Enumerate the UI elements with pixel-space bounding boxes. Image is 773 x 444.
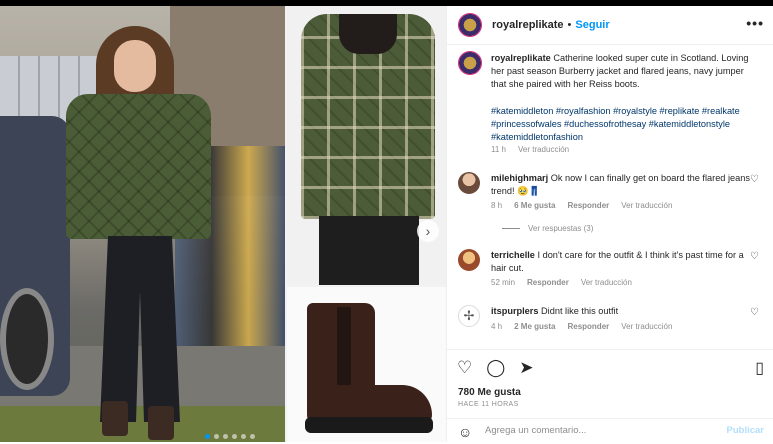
separator-dot: • — [567, 19, 572, 31]
comment-likes[interactable]: 2 Me gusta — [514, 322, 555, 331]
heart-icon[interactable]: ♡ — [750, 307, 759, 318]
comment-text: terrichelle I don't care for the outfit … — [491, 249, 751, 275]
post-side-panel: royalreplikate • Seguir ••• royalreplika… — [446, 6, 773, 442]
caption-text: royalreplikate Catherine looked super cu… — [491, 52, 751, 91]
view-replies[interactable]: Ver respuestas (3) — [502, 224, 593, 233]
share-icon[interactable]: ➤ — [519, 358, 533, 378]
carousel-dot — [232, 434, 237, 439]
reply-button[interactable]: Responder — [567, 201, 609, 210]
comment-input[interactable] — [483, 424, 717, 437]
comments-list[interactable]: royalreplikate Catherine looked super cu… — [447, 45, 773, 345]
reply-button[interactable]: Responder — [527, 278, 569, 287]
comment-username[interactable]: terrichelle — [491, 250, 535, 260]
comment-meta: 52 min Responder Ver traducción — [491, 278, 632, 287]
comment-username[interactable]: itspurplers — [491, 306, 538, 316]
carousel-dot — [214, 434, 219, 439]
comment-body: Didnt like this outfit — [541, 306, 619, 316]
caption-time: 11 h — [491, 145, 506, 154]
comment-time: 8 h — [491, 201, 503, 210]
comment-time: 52 min — [491, 278, 516, 287]
header-username[interactable]: royalreplikate — [492, 19, 564, 31]
emoji-icon[interactable]: ☺ — [458, 424, 472, 440]
publish-button[interactable]: Publicar — [727, 425, 765, 436]
avatar[interactable] — [458, 13, 482, 37]
comment-text: itspurplers Didnt like this outfit — [491, 305, 751, 318]
post-timestamp: HACE 11 HORAS — [458, 401, 519, 408]
comment-likes[interactable]: 6 Me gusta — [514, 201, 555, 210]
comment-meta: 4 h 2 Me gusta Responder Ver traducción — [491, 322, 672, 331]
comment-meta: 8 h 6 Me gusta Responder Ver traducción — [491, 201, 672, 210]
post-media: › — [0, 6, 446, 442]
avatar[interactable]: ✢ — [458, 305, 480, 327]
translate-link[interactable]: Ver traducción — [518, 145, 569, 154]
comment-time: 4 h — [491, 322, 503, 331]
comment-text: milehighmarj Ok now I can finally get on… — [491, 172, 751, 198]
action-icons: ♡ ◯ ➤ — [457, 358, 534, 378]
caption-hashtags[interactable]: #katemiddleton #royalfashion #royalstyle… — [491, 105, 751, 144]
more-options-icon[interactable]: ••• — [746, 15, 764, 31]
chevron-right-icon[interactable]: › — [417, 220, 439, 242]
carousel-dot — [241, 434, 246, 439]
heart-icon[interactable]: ♡ — [750, 174, 759, 185]
carousel-dot — [250, 434, 255, 439]
post-actions: ♡ ◯ ➤ ▯ 780 Me gusta HACE 11 HORAS ☺ Pub… — [447, 349, 773, 443]
reply-button[interactable]: Responder — [567, 322, 609, 331]
translate-link[interactable]: Ver traducción — [621, 201, 672, 210]
photo-kate-scotland — [0, 6, 285, 442]
carousel-dot — [223, 434, 228, 439]
bookmark-icon[interactable]: ▯ — [755, 358, 764, 378]
translate-link[interactable]: Ver traducción — [621, 322, 672, 331]
post-header: royalreplikate • Seguir ••• — [447, 6, 773, 45]
view-replies-label[interactable]: Ver respuestas (3) — [528, 224, 593, 233]
caption-meta: 11 h Ver traducción — [491, 145, 569, 154]
caption-username[interactable]: royalreplikate — [491, 53, 551, 63]
likes-count[interactable]: 780 Me gusta — [458, 387, 521, 398]
avatar[interactable] — [458, 51, 482, 75]
photo-burberry-jacket — [287, 6, 446, 285]
add-comment-bar: ☺ Publicar — [447, 418, 773, 444]
comment-username[interactable]: milehighmarj — [491, 173, 548, 183]
follow-button[interactable]: Seguir — [575, 19, 609, 31]
heart-icon[interactable]: ♡ — [750, 251, 759, 262]
comment-icon[interactable]: ◯ — [486, 358, 505, 378]
photo-reiss-boot — [287, 287, 446, 442]
carousel-dots — [205, 434, 255, 439]
avatar[interactable] — [458, 249, 480, 271]
heart-icon[interactable]: ♡ — [457, 358, 472, 378]
avatar[interactable] — [458, 172, 480, 194]
divider — [502, 228, 520, 229]
translate-link[interactable]: Ver traducción — [581, 278, 632, 287]
carousel-dot — [205, 434, 210, 439]
